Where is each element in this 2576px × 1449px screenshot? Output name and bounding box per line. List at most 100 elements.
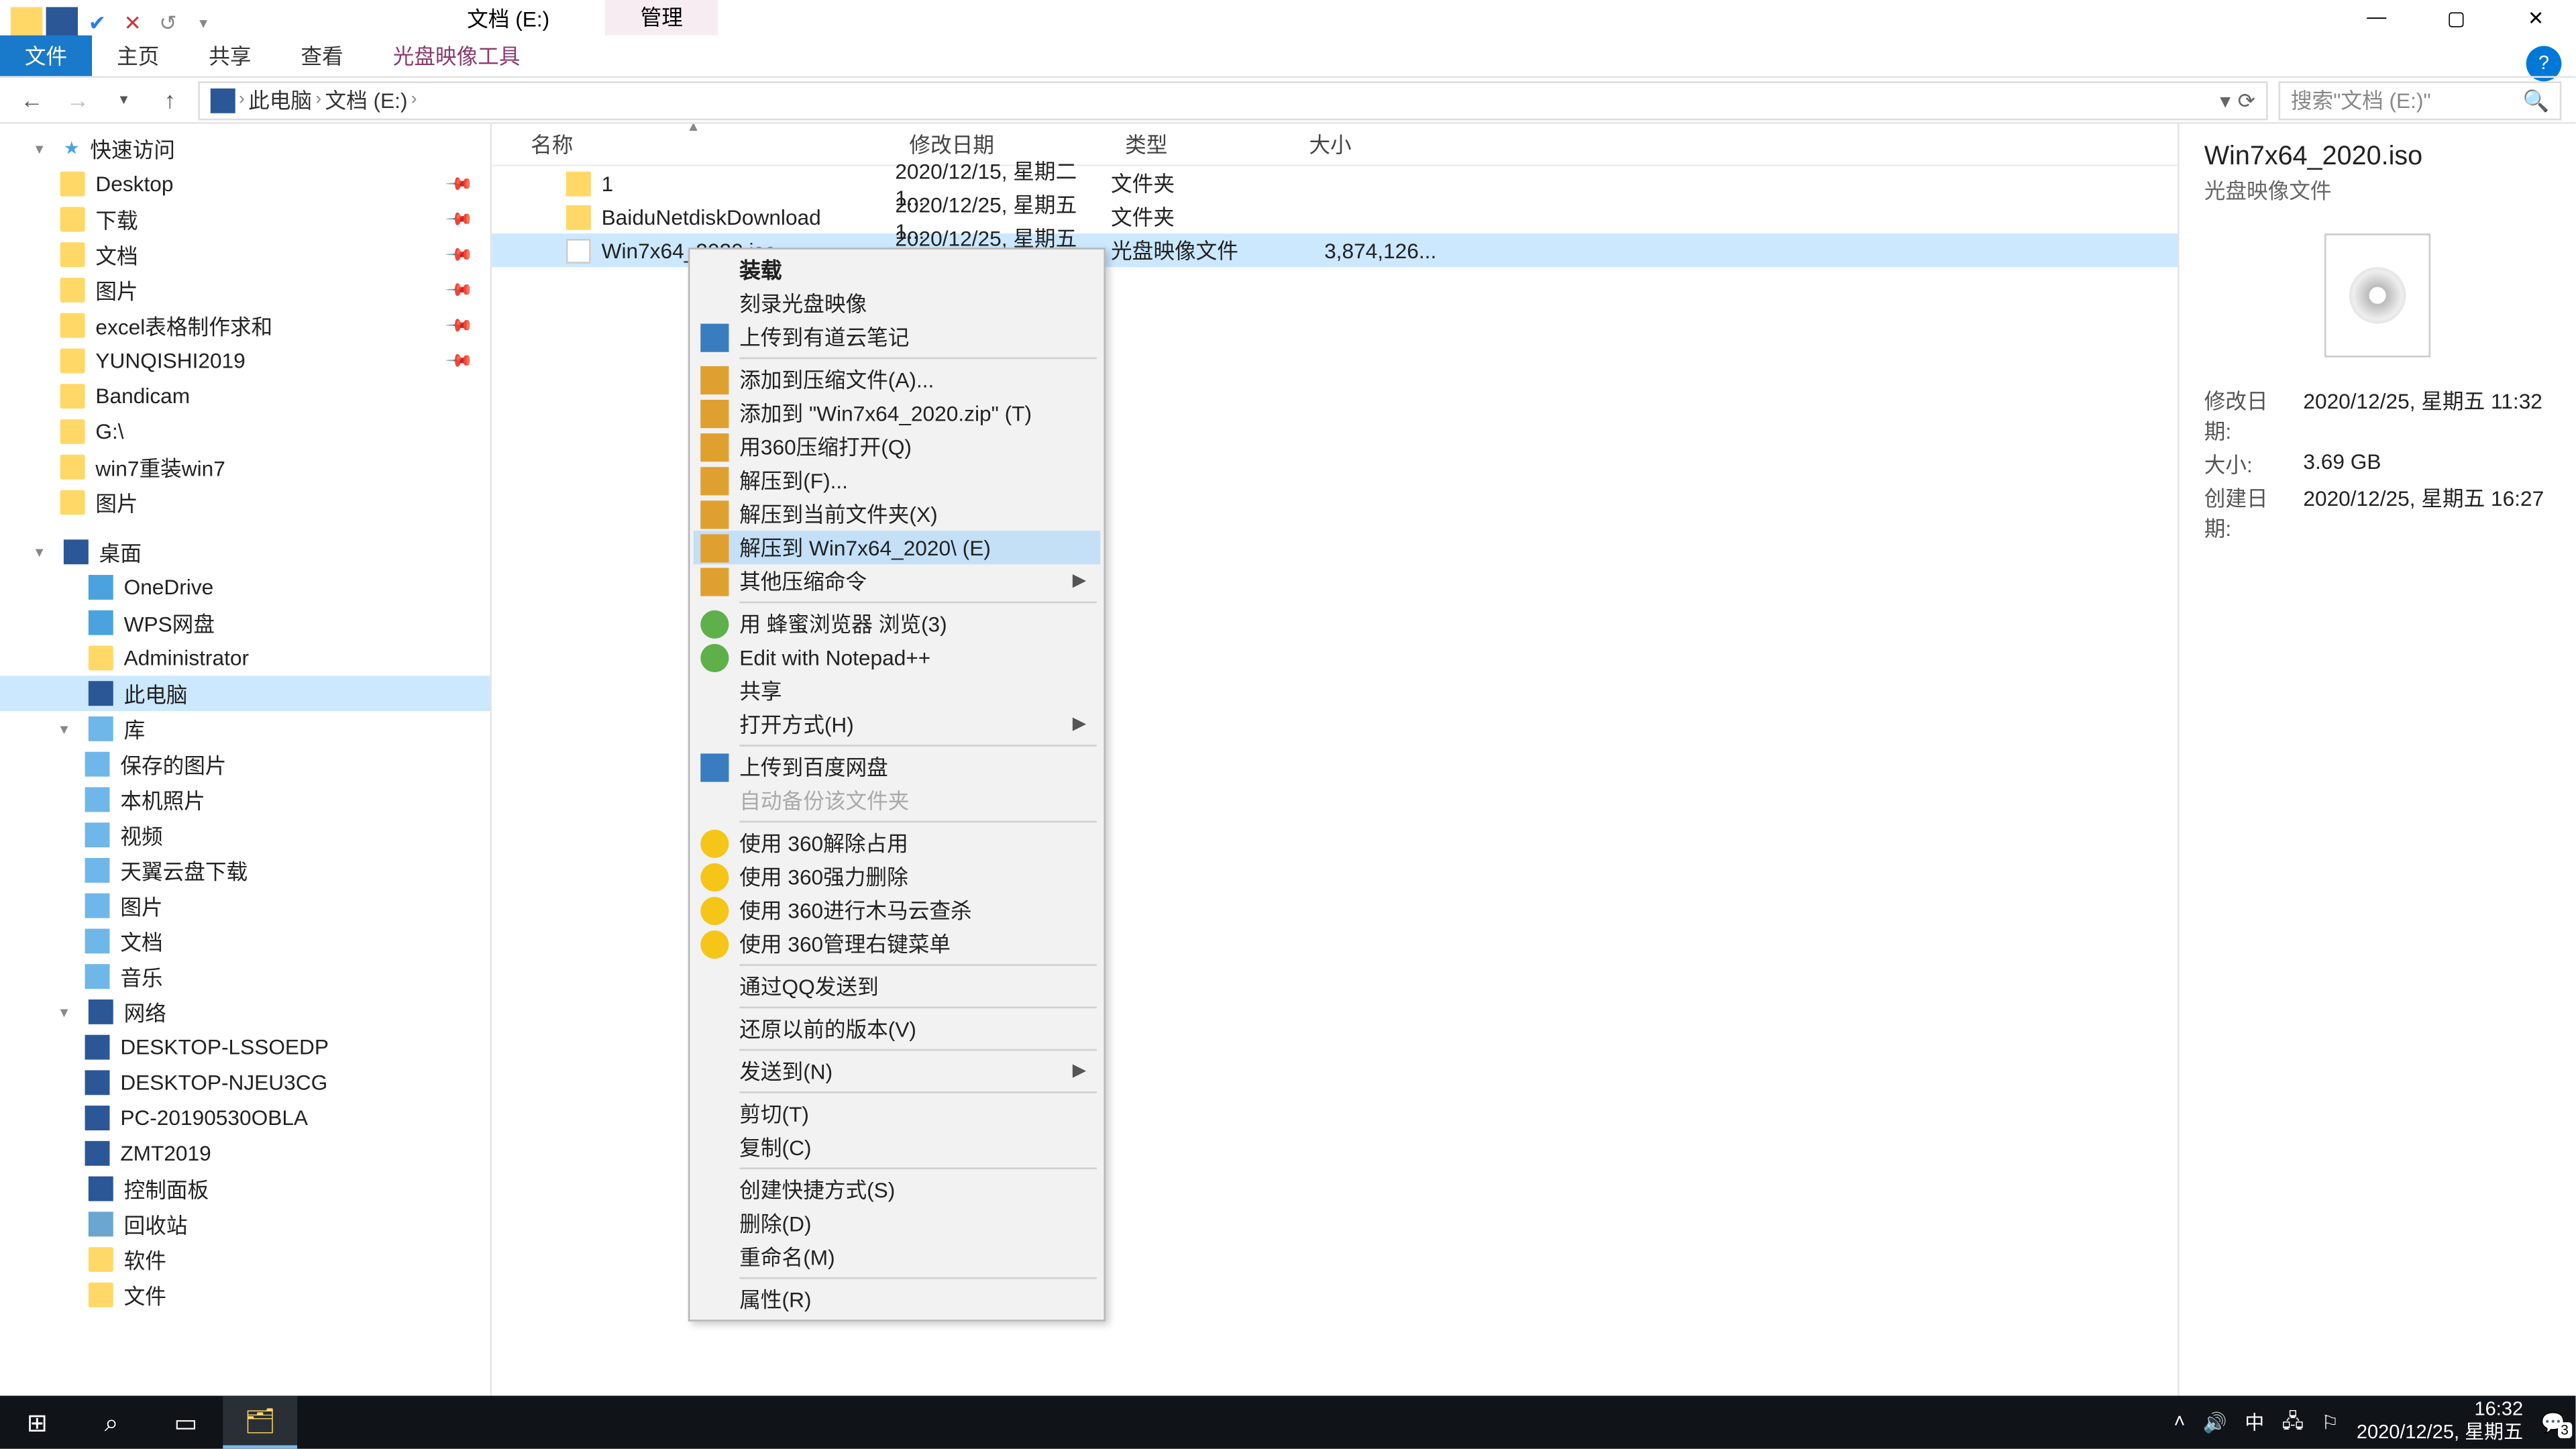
- ribbon-tab-view[interactable]: 查看: [276, 36, 368, 76]
- context-menu-item[interactable]: Edit with Notepad++: [694, 641, 1101, 674]
- context-menu-item[interactable]: 使用 360进行木马云查杀: [694, 894, 1101, 927]
- context-menu-item[interactable]: 剪切(T): [694, 1097, 1101, 1130]
- tree-item[interactable]: ▾网络: [0, 994, 490, 1030]
- search-button[interactable]: ⌕: [74, 1396, 149, 1449]
- tree-item-quick[interactable]: 下载📌: [0, 202, 490, 237]
- breadcrumb-this-pc[interactable]: 此电脑: [248, 85, 312, 115]
- file-row[interactable]: 12020/12/15, 星期二 1...文件夹: [492, 166, 2178, 200]
- tree-item[interactable]: 控制面板: [0, 1171, 490, 1207]
- taskbar-explorer[interactable]: 🗂: [223, 1396, 297, 1449]
- nav-forward-button[interactable]: →: [60, 87, 96, 113]
- address-dropdown-icon[interactable]: ▾: [2220, 88, 2231, 113]
- tree-item-quick[interactable]: excel表格制作求和📌: [0, 308, 490, 343]
- context-menu-item[interactable]: 装载: [694, 253, 1101, 286]
- ribbon-tab-home[interactable]: 主页: [92, 36, 184, 76]
- ribbon-tab-file[interactable]: 文件: [0, 36, 92, 76]
- security-icon[interactable]: ⚐: [2321, 1411, 2339, 1434]
- tree-item[interactable]: 本机照片: [0, 782, 490, 818]
- tree-item-quick[interactable]: G:\: [0, 414, 490, 449]
- file-row[interactable]: BaiduNetdiskDownload2020/12/25, 星期五 1...…: [492, 200, 2178, 233]
- context-menu-item[interactable]: 添加到压缩文件(A)...: [694, 363, 1101, 396]
- breadcrumb-drive[interactable]: 文档 (E:): [325, 85, 407, 115]
- context-menu-item[interactable]: 解压到(F)...: [694, 464, 1101, 497]
- navigation-pane[interactable]: ▾ ★ 快速访问 Desktop📌下载📌文档📌图片📌excel表格制作求和📌YU…: [0, 124, 492, 1410]
- tree-item[interactable]: ▾库: [0, 711, 490, 747]
- chevron-right-icon[interactable]: ›: [239, 90, 245, 109]
- context-menu-item[interactable]: 发送到(N)▶: [694, 1055, 1101, 1088]
- context-menu-item[interactable]: 删除(D): [694, 1206, 1101, 1240]
- context-menu-item[interactable]: 解压到当前文件夹(X): [694, 497, 1101, 531]
- maximize-button[interactable]: ▢: [2416, 0, 2496, 36]
- qat-delete-icon[interactable]: ✕: [117, 7, 148, 39]
- context-menu-item[interactable]: 通过QQ发送到: [694, 969, 1101, 1003]
- tree-item-quick[interactable]: 图片: [0, 485, 490, 521]
- tree-desktop-root[interactable]: ▾ 桌面: [0, 534, 490, 570]
- search-box[interactable]: 搜索"文档 (E:)" 🔍: [2278, 80, 2561, 119]
- context-menu-item[interactable]: 属性(R): [694, 1283, 1101, 1316]
- tree-item-quick[interactable]: Bandicam: [0, 378, 490, 414]
- tree-item[interactable]: DESKTOP-NJEU3CG: [0, 1065, 490, 1100]
- nav-back-button[interactable]: ←: [14, 87, 50, 113]
- refresh-icon[interactable]: ⟳: [2238, 88, 2256, 113]
- context-menu-item[interactable]: 重命名(M): [694, 1240, 1101, 1274]
- tree-item[interactable]: WPS网盘: [0, 605, 490, 641]
- volume-icon[interactable]: 🔊: [2203, 1411, 2227, 1434]
- nav-recent-dropdown[interactable]: ▾: [106, 90, 142, 109]
- expand-icon[interactable]: ▾: [60, 719, 78, 739]
- context-menu-item[interactable]: 刻录光盘映像: [694, 286, 1101, 320]
- expand-icon[interactable]: ▾: [36, 139, 53, 158]
- context-menu-item[interactable]: 使用 360强力删除: [694, 860, 1101, 894]
- qat-save-icon[interactable]: ✔: [81, 7, 113, 39]
- context-menu-item[interactable]: 其他压缩命令▶: [694, 564, 1101, 598]
- tree-item[interactable]: 天翼云盘下载: [0, 853, 490, 888]
- tree-item[interactable]: Administrator: [0, 641, 490, 676]
- context-menu-item[interactable]: 用360压缩打开(Q): [694, 430, 1101, 464]
- minimize-button[interactable]: —: [2337, 0, 2416, 36]
- tree-item[interactable]: 回收站: [0, 1206, 490, 1242]
- context-menu-item[interactable]: 解压到 Win7x64_2020\ (E): [694, 531, 1101, 564]
- tree-item[interactable]: 此电脑: [0, 676, 490, 711]
- tree-item[interactable]: PC-20190530OBLA: [0, 1100, 490, 1136]
- nav-up-button[interactable]: ↑: [152, 87, 188, 113]
- task-view-button[interactable]: ▭: [149, 1396, 223, 1449]
- tree-item-quick[interactable]: win7重装win7: [0, 449, 490, 485]
- tree-item[interactable]: ZMT2019: [0, 1136, 490, 1171]
- context-menu-item[interactable]: 使用 360解除占用: [694, 826, 1101, 859]
- context-menu-item[interactable]: 还原以前的版本(V): [694, 1012, 1101, 1045]
- tree-quick-access[interactable]: ▾ ★ 快速访问: [0, 131, 490, 166]
- tree-item-quick[interactable]: YUNQISHI2019📌: [0, 343, 490, 379]
- tree-item-quick[interactable]: 文档📌: [0, 237, 490, 272]
- tree-item-quick[interactable]: Desktop📌: [0, 166, 490, 202]
- tree-item[interactable]: 保存的图片: [0, 747, 490, 782]
- tree-item[interactable]: 文件: [0, 1277, 490, 1313]
- close-button[interactable]: ✕: [2496, 0, 2576, 36]
- network-icon[interactable]: 🖧: [2282, 1405, 2304, 1439]
- tree-item[interactable]: 视频: [0, 817, 490, 853]
- tree-item[interactable]: DESKTOP-LSSOEDP: [0, 1030, 490, 1065]
- ribbon-tab-share[interactable]: 共享: [184, 36, 276, 76]
- action-center-icon[interactable]: 💬3: [2541, 1411, 2565, 1434]
- qat-dropdown-icon[interactable]: ▾: [188, 7, 219, 39]
- context-menu-item[interactable]: 复制(C): [694, 1130, 1101, 1164]
- chevron-right-icon[interactable]: ›: [315, 90, 321, 109]
- tree-item[interactable]: 文档: [0, 924, 490, 959]
- expand-icon[interactable]: ▾: [60, 1002, 78, 1022]
- expand-icon[interactable]: ▾: [36, 542, 53, 561]
- tree-item[interactable]: 软件: [0, 1242, 490, 1277]
- ribbon-tab-disc-image-tools[interactable]: 光盘映像工具: [368, 36, 545, 76]
- context-menu-item[interactable]: 使用 360管理右键菜单: [694, 927, 1101, 961]
- column-size[interactable]: 大小: [1295, 129, 1436, 160]
- qat-item[interactable]: [46, 7, 78, 39]
- tree-item[interactable]: OneDrive: [0, 570, 490, 605]
- context-menu-item[interactable]: 创建快捷方式(S): [694, 1173, 1101, 1206]
- context-menu-item[interactable]: 共享: [694, 674, 1101, 708]
- context-menu-item[interactable]: 用 蜂蜜浏览器 浏览(3): [694, 606, 1101, 640]
- context-menu-item[interactable]: 添加到 "Win7x64_2020.zip" (T): [694, 396, 1101, 430]
- start-button[interactable]: ⊞: [0, 1396, 74, 1449]
- context-menu-item[interactable]: 打开方式(H)▶: [694, 708, 1101, 741]
- qat-undo-icon[interactable]: ↺: [152, 7, 184, 39]
- tree-item[interactable]: 图片: [0, 888, 490, 924]
- tree-item[interactable]: 音乐: [0, 959, 490, 994]
- column-type[interactable]: 类型: [1111, 129, 1295, 160]
- tray-up-icon[interactable]: ˄: [2174, 1411, 2185, 1433]
